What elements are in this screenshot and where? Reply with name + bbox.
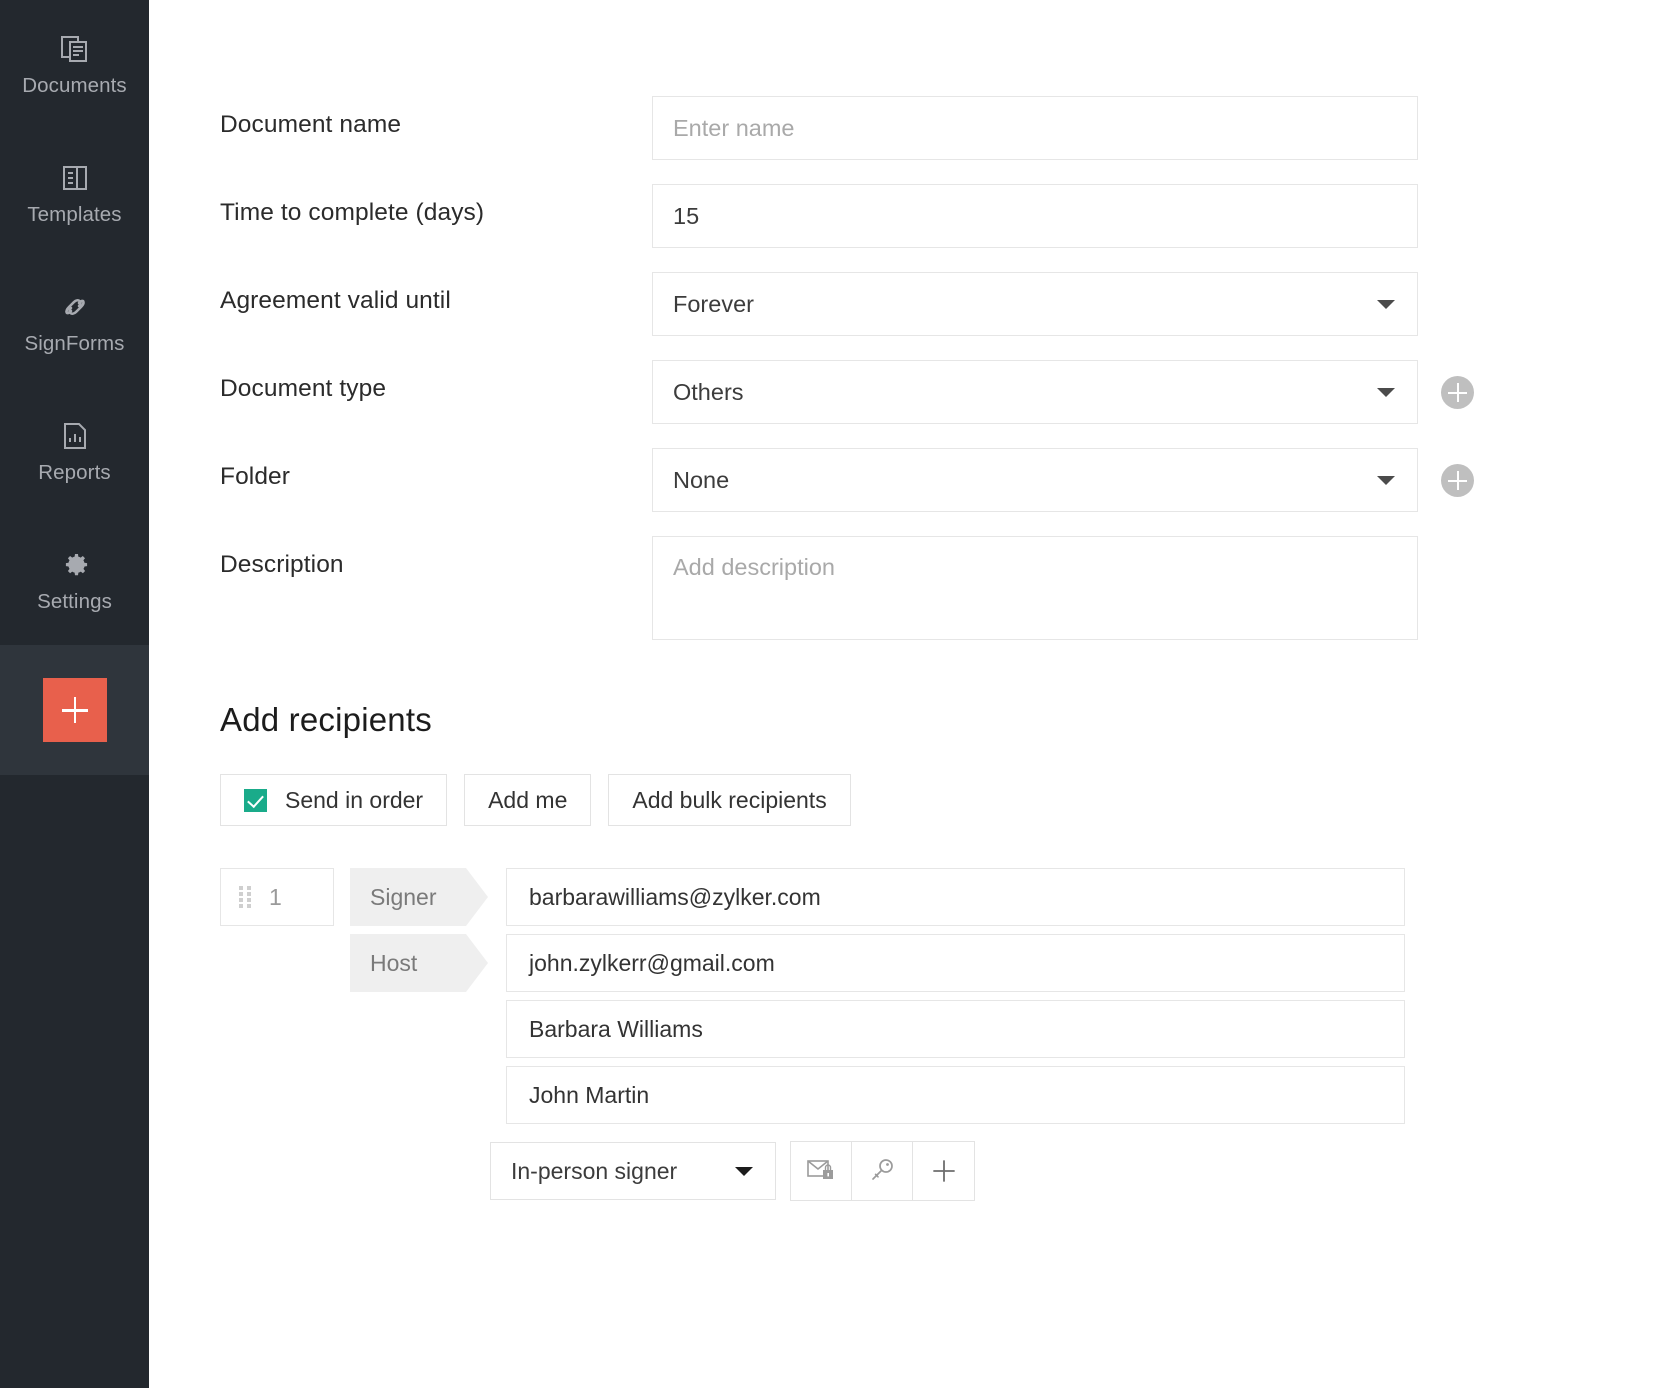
field-label: Document type — [220, 360, 652, 402]
link-icon — [58, 290, 92, 324]
app-root: Documents Templates SignF — [0, 0, 1680, 1388]
recipient-actions-toolbar: Send in order Add me Add bulk recipients — [220, 774, 1680, 826]
signer-type-select[interactable]: In-person signer — [490, 1142, 776, 1200]
secure-email-button[interactable] — [791, 1142, 852, 1200]
signer-email-input[interactable]: barbarawilliams@zylker.com — [506, 868, 1405, 926]
sidebar-item-signforms[interactable]: SignForms — [0, 258, 149, 387]
sidebar-add-section — [0, 645, 149, 775]
sidebar-item-documents[interactable]: Documents — [0, 0, 149, 129]
chevron-down-icon — [1377, 476, 1395, 485]
checkbox-icon — [244, 789, 267, 812]
secure-email-icon — [806, 1158, 836, 1184]
document-details-form: Document name Enter name Time to complet… — [149, 0, 1680, 648]
button-label: Send in order — [285, 787, 423, 814]
form-row-document-type: Document type Others — [220, 360, 1680, 436]
gear-icon — [58, 548, 92, 582]
plus-icon — [929, 1156, 959, 1186]
add-document-type-button[interactable] — [1441, 376, 1474, 409]
templates-icon — [58, 161, 92, 195]
document-name-input[interactable]: Enter name — [652, 96, 1418, 160]
add-bulk-recipients-button[interactable]: Add bulk recipients — [608, 774, 850, 826]
time-to-complete-input[interactable]: 15 — [652, 184, 1418, 248]
reports-icon — [58, 419, 92, 453]
field-label: Folder — [220, 448, 652, 490]
chevron-down-icon — [1377, 300, 1395, 309]
plus-icon — [61, 696, 89, 724]
select-value: Others — [673, 379, 744, 406]
host-name-input[interactable]: John Martin — [506, 1066, 1405, 1124]
drag-handle-icon[interactable] — [239, 886, 251, 908]
section-title: Add recipients — [220, 701, 1680, 739]
main-content: Document name Enter name Time to complet… — [149, 0, 1680, 1388]
documents-icon — [58, 32, 92, 66]
chevron-down-icon — [735, 1167, 753, 1176]
access-code-button[interactable] — [852, 1142, 913, 1200]
field-label: Description — [220, 536, 652, 578]
send-in-order-toggle[interactable]: Send in order — [220, 774, 447, 826]
recipient-options-row: In-person signer — [490, 1141, 1680, 1201]
recipient-role-host-tag[interactable]: Host — [350, 934, 488, 992]
recipient-order-number: 1 — [269, 884, 282, 911]
add-me-button[interactable]: Add me — [464, 774, 591, 826]
agreement-valid-until-select[interactable]: Forever — [652, 272, 1418, 336]
recipient-role-signer-tag[interactable]: Signer — [350, 868, 488, 926]
form-row-description: Description Add description — [220, 536, 1680, 648]
tag-spacer — [350, 1066, 488, 1124]
sidebar: Documents Templates SignF — [0, 0, 149, 1388]
recipient-row-signer-name: Barbara Williams — [220, 1000, 1680, 1058]
add-recipients-section: Add recipients Send in order Add me Add … — [149, 660, 1680, 1201]
add-recipient-button[interactable] — [913, 1142, 974, 1200]
sidebar-item-label: SignForms — [24, 334, 124, 355]
select-value: In-person signer — [511, 1158, 677, 1185]
chevron-down-icon — [1377, 388, 1395, 397]
sidebar-filler — [0, 775, 149, 1388]
key-icon — [868, 1158, 896, 1184]
form-row-document-name: Document name Enter name — [220, 96, 1680, 172]
recipient-row-signer: 1 Signer barbarawilliams@zylker.com — [220, 868, 1680, 926]
description-textarea[interactable]: Add description — [652, 536, 1418, 640]
form-row-folder: Folder None — [220, 448, 1680, 524]
create-new-button[interactable] — [43, 678, 107, 742]
signer-name-input[interactable]: Barbara Williams — [506, 1000, 1405, 1058]
field-label: Time to complete (days) — [220, 184, 652, 226]
sidebar-item-label: Reports — [38, 463, 110, 484]
select-value: None — [673, 467, 729, 494]
host-email-input[interactable]: john.zylkerr@gmail.com — [506, 934, 1405, 992]
folder-select[interactable]: None — [652, 448, 1418, 512]
recipient-row-host-name: John Martin — [220, 1066, 1680, 1124]
form-row-agreement-valid-until: Agreement valid until Forever — [220, 272, 1680, 348]
recipient-icon-toolbar — [790, 1141, 975, 1201]
sidebar-item-label: Settings — [37, 592, 112, 613]
sidebar-item-reports[interactable]: Reports — [0, 387, 149, 516]
select-value: Forever — [673, 291, 754, 318]
button-label: Add bulk recipients — [632, 787, 826, 814]
add-folder-button[interactable] — [1441, 464, 1474, 497]
form-row-time-to-complete: Time to complete (days) 15 — [220, 184, 1680, 260]
sidebar-item-settings[interactable]: Settings — [0, 516, 149, 645]
sidebar-item-templates[interactable]: Templates — [0, 129, 149, 258]
recipient-order-handle[interactable]: 1 — [220, 868, 334, 926]
document-type-select[interactable]: Others — [652, 360, 1418, 424]
tag-spacer — [350, 1000, 488, 1058]
recipient-row-host: Host john.zylkerr@gmail.com — [220, 934, 1680, 992]
field-label: Document name — [220, 96, 652, 138]
field-label: Agreement valid until — [220, 272, 652, 314]
button-label: Add me — [488, 787, 567, 814]
sidebar-item-label: Templates — [27, 205, 121, 226]
sidebar-item-label: Documents — [22, 76, 127, 97]
recipients-list: 1 Signer barbarawilliams@zylker.com Host… — [220, 868, 1680, 1201]
